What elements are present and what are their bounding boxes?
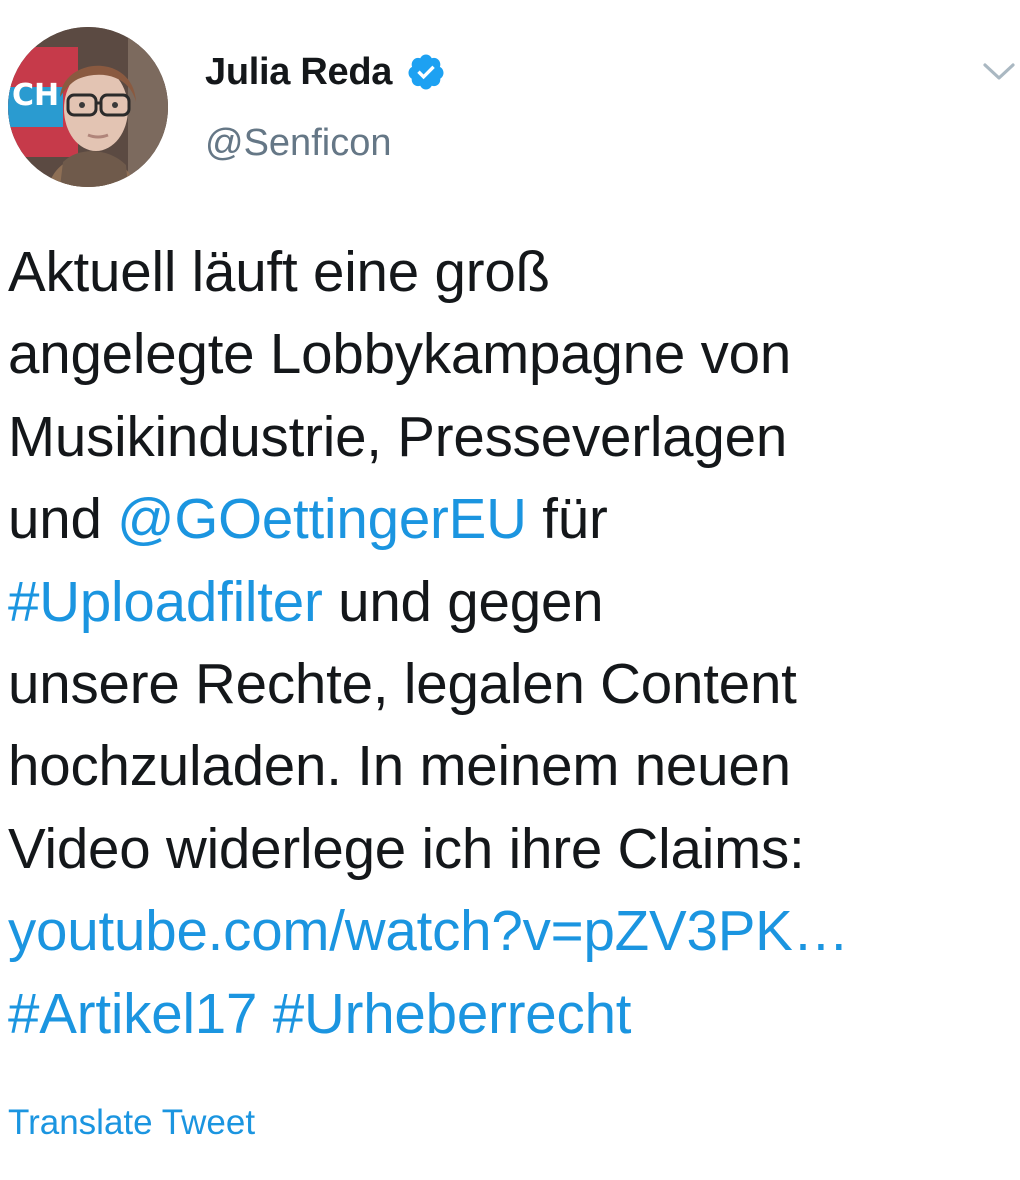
tweet-line: youtube.com/watch?v=pZV3PK…	[8, 890, 1013, 972]
translate-tweet-link[interactable]: Translate Tweet	[8, 1103, 255, 1143]
tweet-text-segment	[257, 982, 273, 1045]
verified-badge-icon	[406, 52, 446, 92]
avatar[interactable]: CH	[8, 27, 168, 187]
tweet-text-segment: für	[526, 487, 608, 551]
tweet-text-segment: und	[8, 487, 118, 551]
tweet-card: CH Julia Reda @Senficon Aktuell läuft ei…	[0, 0, 1020, 1180]
hashtag-link[interactable]: #Urheberrecht	[273, 982, 632, 1045]
tweet-text: Aktuell läuft eine groß angelegte Lobbyk…	[8, 231, 1013, 1055]
tweet-text-segment: und gegen	[322, 569, 604, 633]
author-handle[interactable]: @Senficon	[205, 122, 391, 165]
tweet-line: hochzuladen. In meinem neuen	[8, 725, 1013, 807]
hashtag-link[interactable]: #Uploadfilter	[8, 570, 323, 633]
tweet-line: unsere Rechte, legalen Content	[8, 643, 1013, 725]
hashtag-link[interactable]: #Artikel17	[8, 982, 257, 1045]
svg-text:CH: CH	[12, 78, 59, 113]
tweet-text-segment: hochzuladen. In meinem neuen	[8, 734, 791, 798]
tweet-line: #Artikel17 #Urheberrecht	[8, 973, 1013, 1055]
tweet-text-segment: Musikindustrie, Presseverlagen	[8, 404, 788, 468]
tweet-line: Aktuell läuft eine groß	[8, 231, 1013, 313]
tweet-line: und @GOettingerEU für	[8, 478, 1013, 560]
tweet-line: Musikindustrie, Presseverlagen	[8, 396, 1013, 478]
tweet-line: #Uploadfilter und gegen	[8, 561, 1013, 643]
tweet-text-segment: Aktuell läuft eine groß	[8, 240, 550, 303]
tweet-text-segment: angelegte Lobbykampagne von	[8, 322, 792, 386]
tweet-line: Video widerlege ich ihre Claims:	[8, 808, 1013, 890]
avatar-photo: CH	[8, 27, 168, 187]
author-display-name[interactable]: Julia Reda	[205, 51, 392, 94]
tweet-text-segment: unsere Rechte, legalen Content	[8, 651, 797, 715]
url-link[interactable]: youtube.com/watch?v=pZV3PK…	[8, 899, 849, 962]
chevron-down-icon[interactable]	[978, 56, 1020, 86]
author-name-row[interactable]: Julia Reda	[205, 48, 446, 96]
tweet-text-segment: Video widerlege ich ihre Claims:	[8, 816, 805, 880]
mention-link[interactable]: @GOettingerEU	[117, 487, 527, 550]
tweet-line: angelegte Lobbykampagne von	[8, 313, 1013, 395]
